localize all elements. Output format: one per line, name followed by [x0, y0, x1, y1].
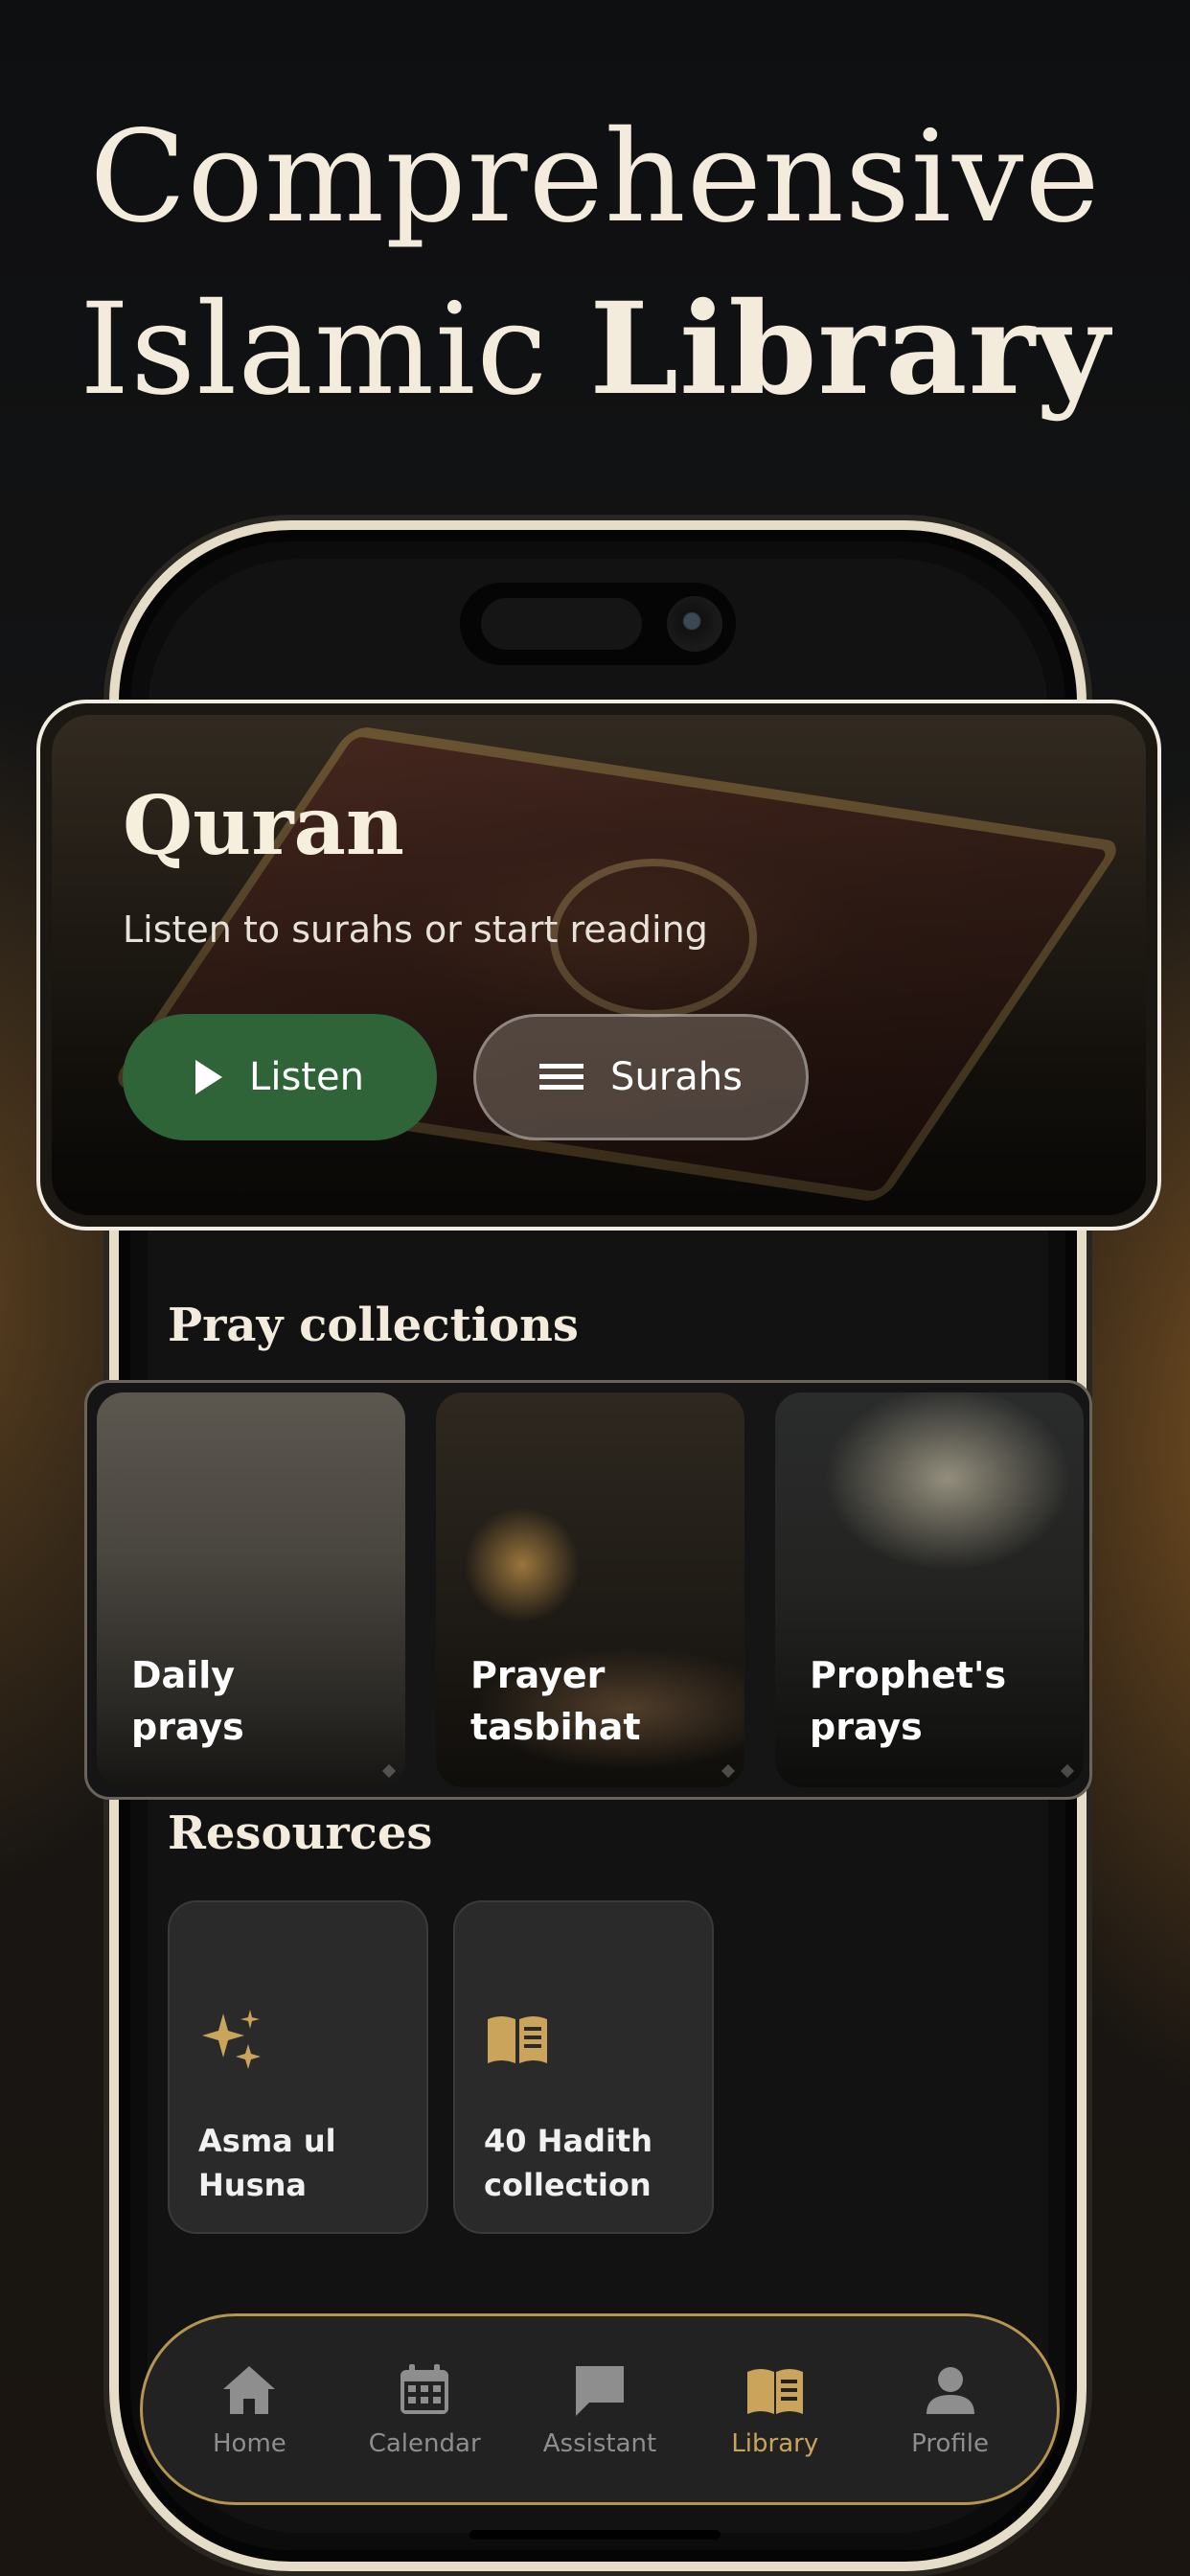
sparkle-icon	[1060, 1763, 1075, 1779]
collection-card-prophets-prays[interactable]: Prophet's prays	[775, 1392, 1084, 1787]
tab-assistant[interactable]: Assistant	[514, 2360, 686, 2458]
quran-subtitle: Listen to surahs or start reading	[123, 908, 708, 951]
tab-bar: Home Calendar Assistant Library Profile	[140, 2313, 1060, 2505]
tab-label: Profile	[911, 2429, 989, 2458]
calendar-icon	[400, 2364, 449, 2414]
resource-card-40-hadith[interactable]: 40 Hadith collection	[453, 1900, 714, 2234]
collection-label: Daily prays	[131, 1654, 244, 1748]
tab-library[interactable]: Library	[689, 2360, 861, 2458]
resource-card-asma-ul-husna[interactable]: Asma ul Husna	[168, 1900, 428, 2234]
surahs-button[interactable]: Surahs	[473, 1014, 809, 1140]
listen-label: Listen	[249, 1055, 364, 1099]
tab-label: Library	[731, 2429, 819, 2458]
home-indicator	[469, 2530, 721, 2540]
page-headline: Comprehensive Islamic Library	[0, 91, 1190, 436]
chat-icon	[575, 2366, 624, 2416]
quran-title: Quran	[123, 778, 404, 873]
book-icon	[746, 2369, 803, 2414]
headline-line-2: Islamic Library	[0, 264, 1190, 436]
resource-label: 40 Hadith collection	[484, 2123, 652, 2203]
resource-label: Asma ul Husna	[198, 2123, 336, 2203]
tab-label: Home	[213, 2429, 286, 2458]
island-pill	[481, 598, 642, 650]
collection-card-prayer-tasbihat[interactable]: Prayer tasbihat	[436, 1392, 744, 1787]
tab-home[interactable]: Home	[163, 2360, 335, 2458]
resources-title: Resources	[168, 1806, 433, 1860]
sparkle-icon	[721, 1763, 736, 1779]
listen-button[interactable]: Listen	[123, 1014, 437, 1140]
list-icon	[539, 1062, 584, 1092]
play-icon	[195, 1060, 223, 1094]
headline-bold: Library	[589, 275, 1110, 424]
collection-card-daily-prays[interactable]: Daily prays	[97, 1392, 405, 1787]
tab-label: Assistant	[542, 2429, 657, 2458]
person-icon	[926, 2367, 974, 2414]
camera-icon	[667, 596, 722, 652]
collection-label: Prayer tasbihat	[470, 1654, 641, 1748]
pray-collections-carousel: Daily prays Prayer tasbihat Prophet's prays	[84, 1380, 1092, 1800]
tab-profile[interactable]: Profile	[864, 2360, 1037, 2458]
open-book-icon	[488, 2016, 547, 2063]
home-icon	[223, 2366, 276, 2414]
collection-label: Prophet's prays	[810, 1654, 1007, 1748]
pray-collections-title: Pray collections	[168, 1299, 579, 1352]
tab-calendar[interactable]: Calendar	[338, 2360, 511, 2458]
headline-regular: Islamic	[80, 276, 590, 424]
quran-card[interactable]: Quran Listen to surahs or start reading …	[36, 700, 1161, 1230]
sparkles-icon	[202, 2010, 261, 2069]
surahs-label: Surahs	[610, 1055, 743, 1099]
headline-line-1: Comprehensive	[89, 104, 1101, 251]
tab-label: Calendar	[368, 2429, 481, 2458]
dynamic-island	[460, 583, 736, 665]
sparkle-icon	[381, 1763, 397, 1779]
